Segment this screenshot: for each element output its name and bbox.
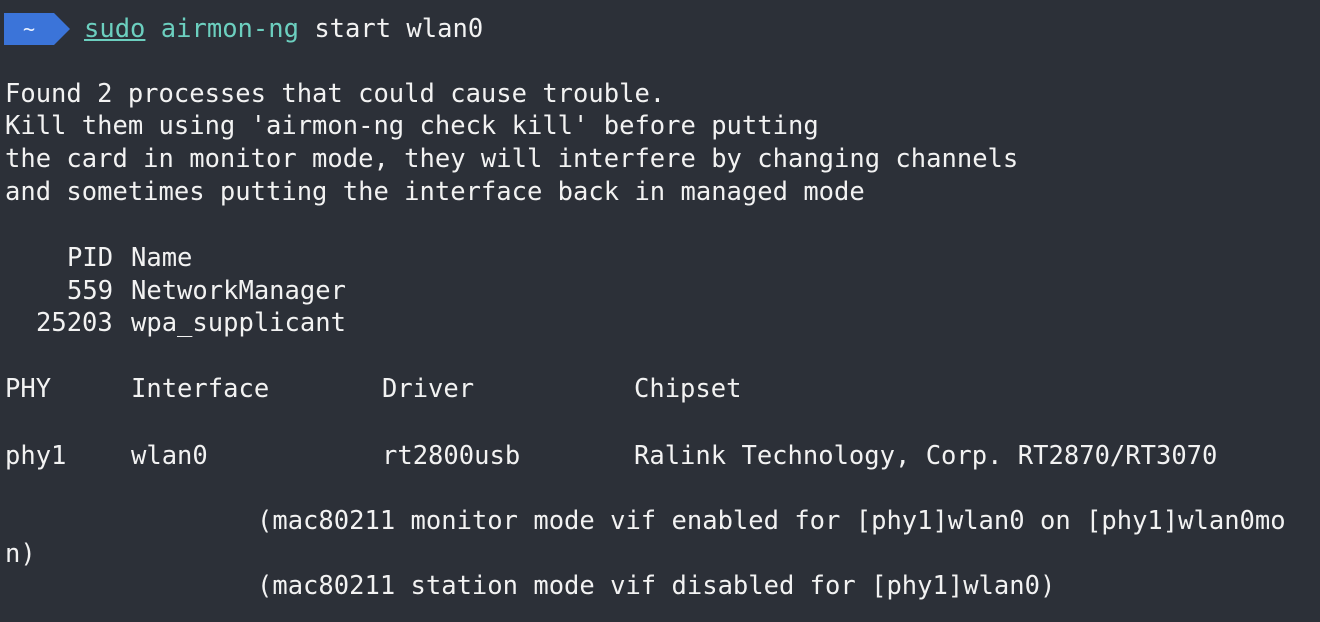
warning-line: the card in monitor mode, they will inte… xyxy=(5,144,1019,174)
iface-header-interface: Interface xyxy=(131,374,270,404)
warning-line: and sometimes putting the interface back… xyxy=(5,177,865,207)
warning-line: Kill them using 'airmon-ng check kill' b… xyxy=(5,111,819,141)
iface-header-driver: Driver xyxy=(382,374,475,404)
iface-driver: rt2800usb xyxy=(382,441,521,471)
process-header-pid: PID xyxy=(67,243,114,273)
process-header-name: Name xyxy=(131,243,193,273)
warning-line: Found 2 processes that could cause troub… xyxy=(5,79,666,109)
process-name: wpa_supplicant xyxy=(131,308,346,338)
terminal-window[interactable]: ~ sudo airmon-ng start wlan0 Found 2 pro… xyxy=(0,0,1320,622)
command-program: airmon-ng xyxy=(160,14,299,44)
iface-header-phy: PHY xyxy=(5,374,52,404)
monitor-message: (mac80211 monitor mode vif enabled for [… xyxy=(257,506,1286,536)
iface-phy: phy1 xyxy=(5,441,67,471)
command-line: sudo airmon-ng start wlan0 xyxy=(84,13,483,45)
prompt-home-badge: ~ xyxy=(4,13,54,45)
process-pid: 559 xyxy=(67,276,114,306)
monitor-message-wrap: n) xyxy=(5,539,36,569)
iface-header-chipset: Chipset xyxy=(634,374,742,404)
station-message: (mac80211 station mode vif disabled for … xyxy=(257,571,1056,601)
process-pid: 25203 xyxy=(36,308,113,338)
command-args: start wlan0 xyxy=(314,14,484,44)
prompt-arrow-icon xyxy=(54,13,70,45)
process-name: NetworkManager xyxy=(131,276,346,306)
iface-chipset: Ralink Technology, Corp. RT2870/RT3070 xyxy=(634,441,1218,471)
command-sudo: sudo xyxy=(84,14,146,44)
iface-interface: wlan0 xyxy=(131,441,208,471)
